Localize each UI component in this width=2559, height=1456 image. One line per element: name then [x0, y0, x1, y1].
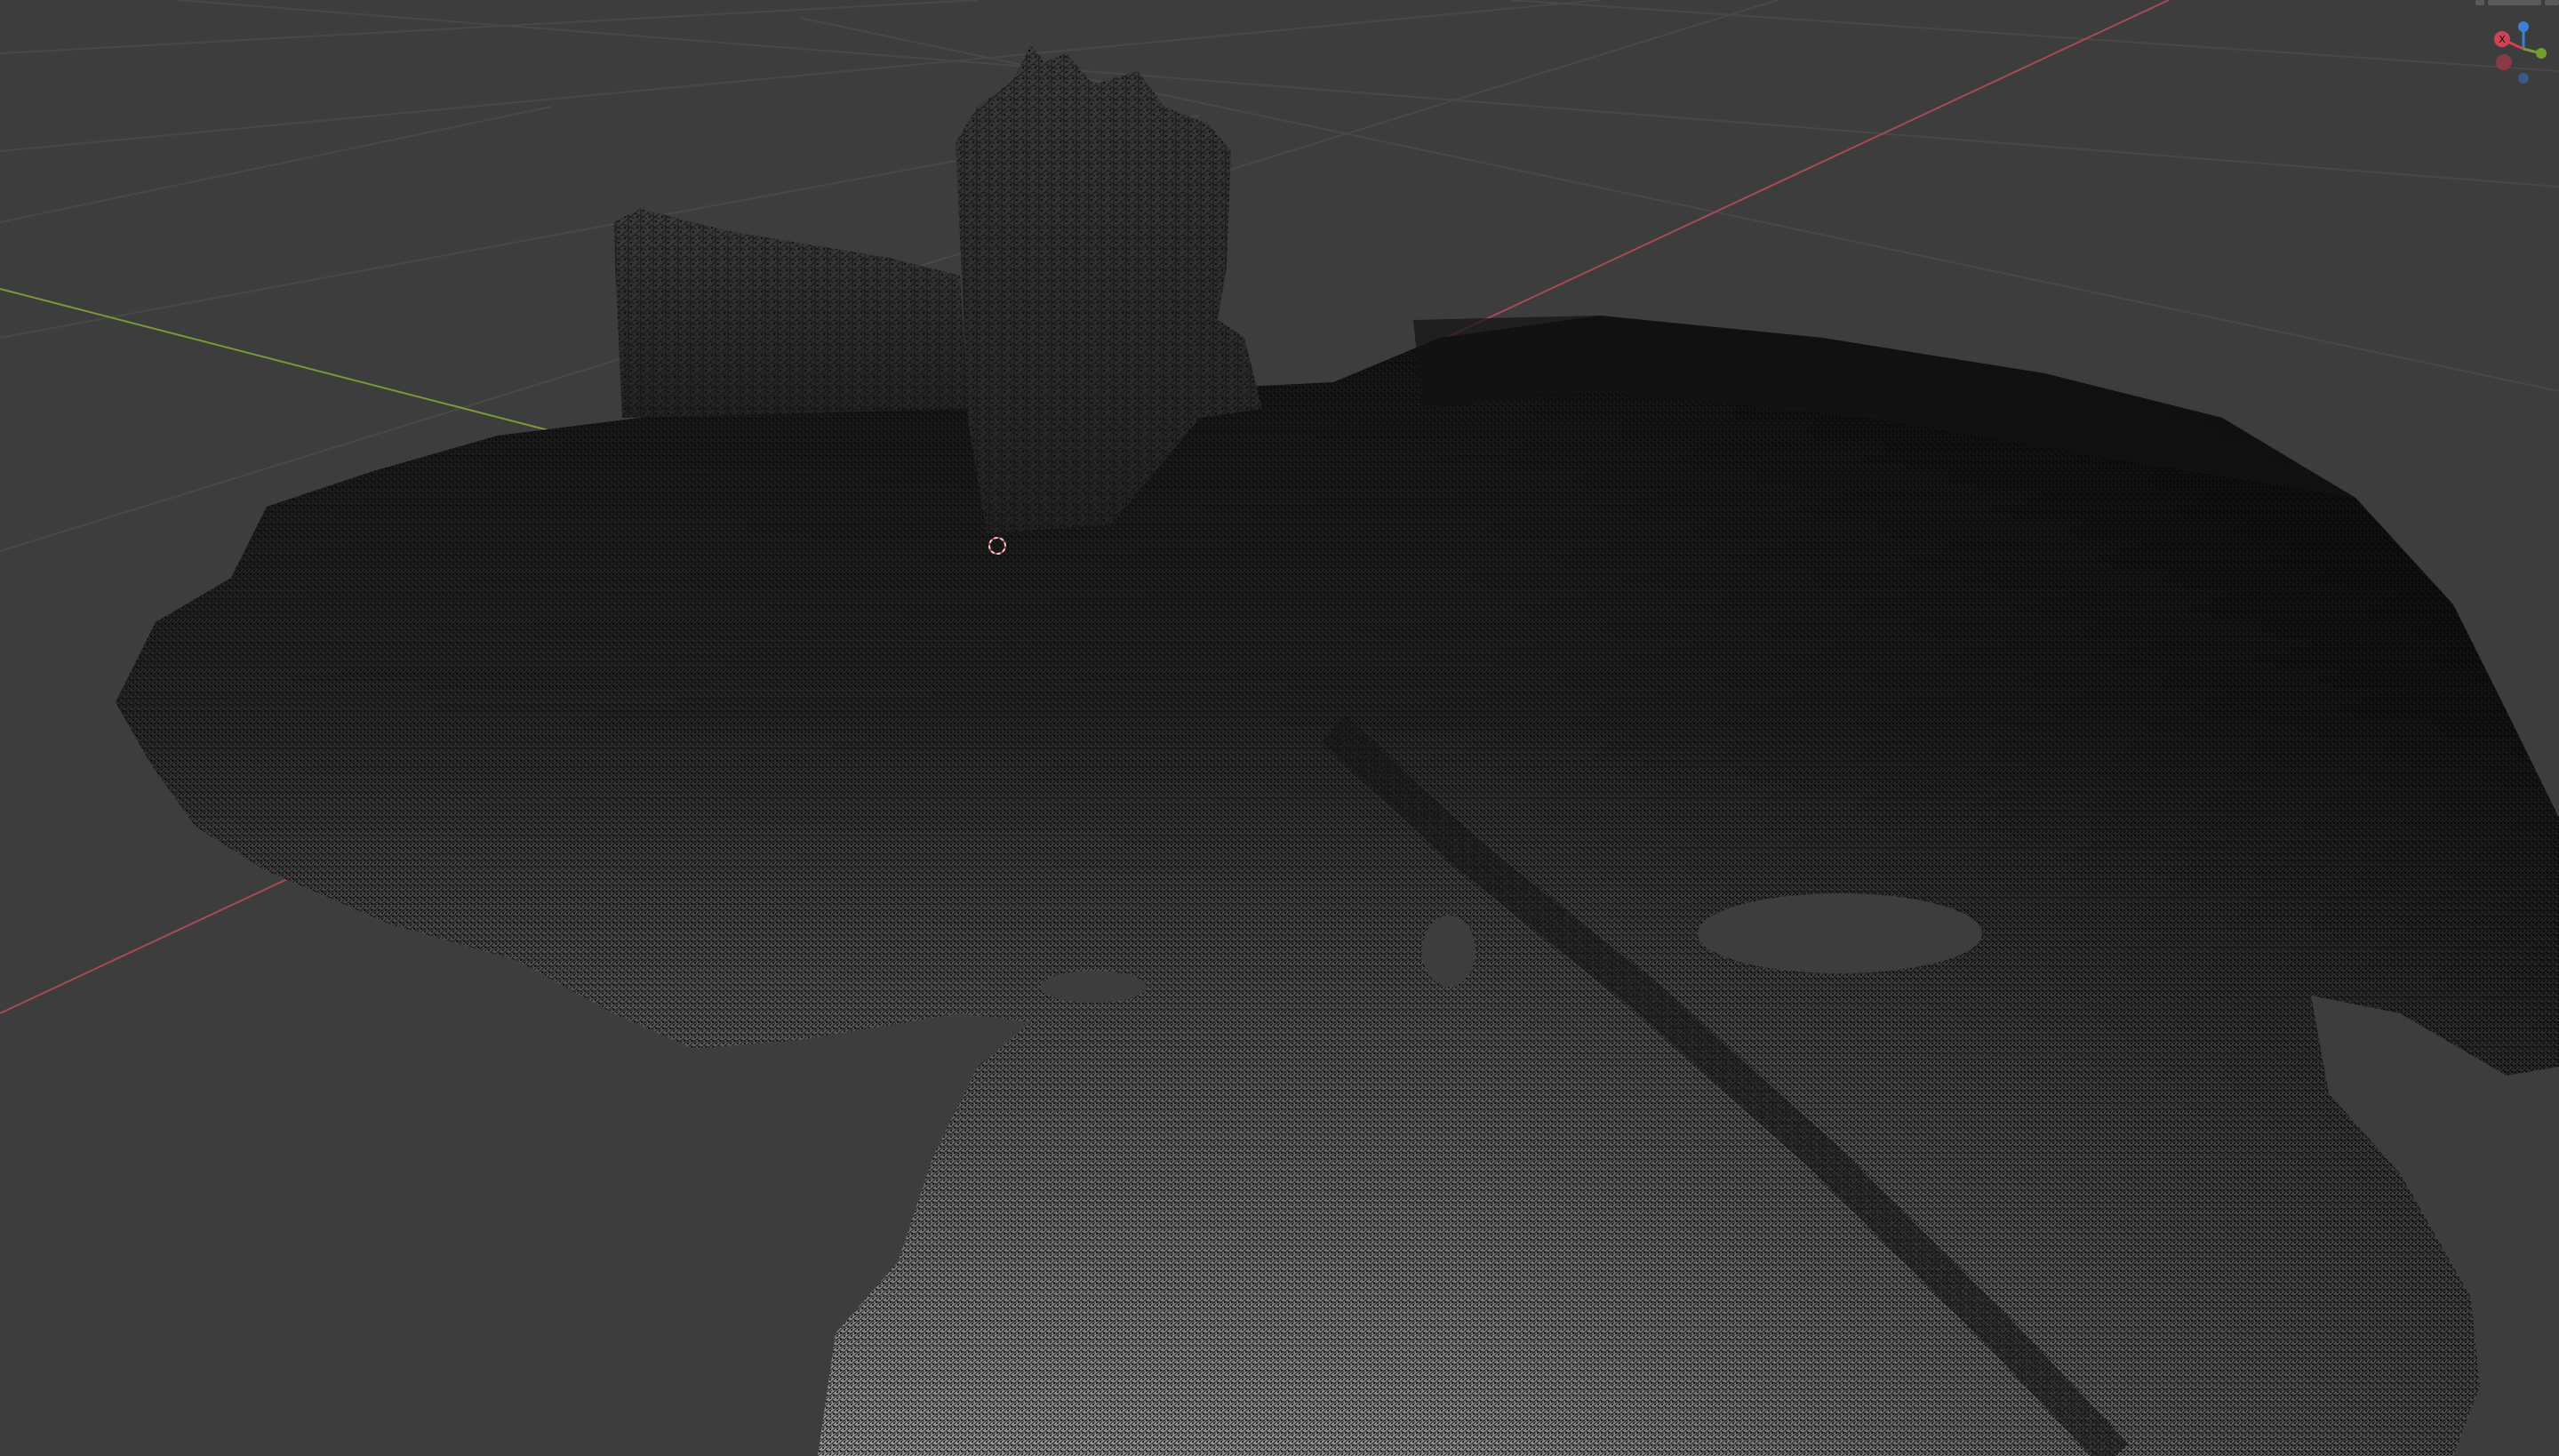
y-axis-line — [0, 288, 570, 436]
mesh-hole — [1422, 916, 1475, 987]
viewport-header-stub — [2426, 0, 2559, 9]
navigation-gizmo[interactable]: X — [2468, 18, 2548, 98]
3d-viewport[interactable]: X — [0, 0, 2559, 1456]
header-control[interactable] — [2488, 0, 2541, 5]
header-icon — [2545, 0, 2559, 5]
gizmo-neg-x-axis-icon[interactable] — [2496, 54, 2512, 70]
header-icon — [2475, 0, 2484, 5]
mesh-hole — [1040, 971, 1147, 1003]
gizmo-y-axis-icon[interactable] — [2536, 48, 2547, 59]
gizmo-z-axis-icon[interactable] — [2518, 21, 2529, 32]
terrain-mesh — [116, 316, 2559, 1456]
viewport-scene[interactable] — [0, 0, 2559, 1456]
mesh-hole — [1698, 893, 1982, 973]
gizmo-x-label: X — [2499, 34, 2506, 45]
gizmo-neg-z-axis-icon[interactable] — [2518, 73, 2529, 84]
